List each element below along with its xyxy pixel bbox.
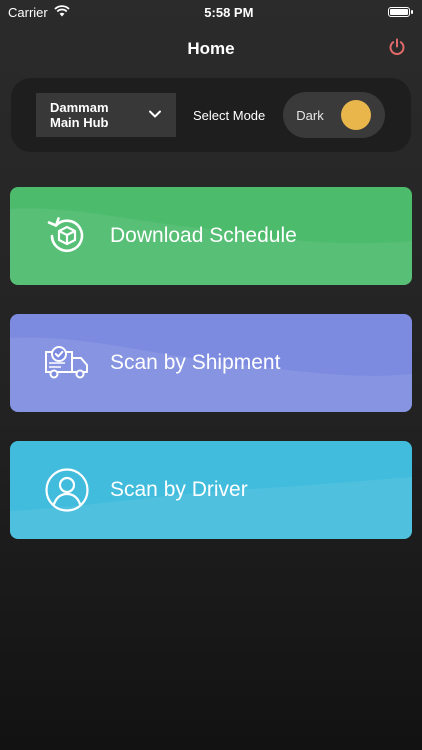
scan-by-shipment-label: Scan by Shipment [110,351,281,374]
wifi-icon [54,4,70,20]
header: Home [0,34,422,64]
toggle-knob [341,100,372,130]
scan-by-shipment-button[interactable]: Scan by Shipment [10,314,412,412]
download-box-icon [43,212,91,260]
hub-select-label: Dammam Main Hub [50,100,109,130]
status-left: Carrier [8,5,70,20]
scan-by-driver-button[interactable]: Scan by Driver [10,441,412,539]
hub-select[interactable]: Dammam Main Hub [36,93,176,137]
page-title: Home [187,39,235,58]
status-time: 5:58 PM [204,4,254,20]
select-mode-label: Select Mode [193,107,266,123]
chevron-down-icon [148,106,162,124]
power-icon [387,37,407,62]
battery-icon [388,7,413,17]
control-panel: Dammam Main Hub Select Mode Dark [11,78,411,152]
power-button[interactable] [386,38,408,60]
delivery-truck-icon [43,339,91,387]
user-circle-icon [43,466,91,514]
dark-mode-label: Dark [296,107,324,123]
download-schedule-label: Download Schedule [110,224,297,247]
scan-by-driver-label: Scan by Driver [110,478,248,501]
download-schedule-button[interactable]: Download Schedule [10,187,412,285]
dark-mode-toggle[interactable]: Dark [283,92,386,138]
carrier-label: Carrier [8,4,48,20]
status-bar: Carrier 5:58 PM [0,0,422,24]
